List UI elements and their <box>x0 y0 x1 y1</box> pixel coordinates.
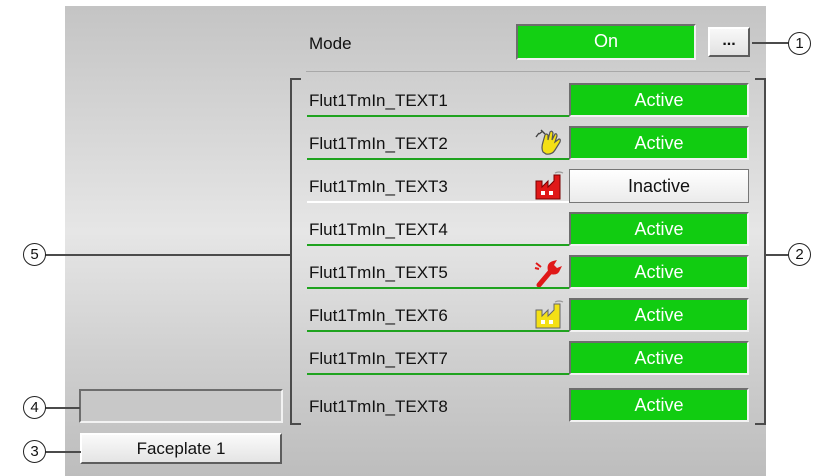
maintenance-wrench-icon <box>533 257 569 288</box>
status-button-2[interactable]: Active <box>569 126 749 160</box>
callout-4: 4 <box>23 396 46 419</box>
callout-4-leader <box>45 407 80 409</box>
status-button-6[interactable]: Active <box>569 298 749 332</box>
row-label-6: Flut1TmIn_TEXT6 <box>309 306 448 325</box>
status-button-5[interactable]: Active <box>569 255 749 289</box>
mode-label: Mode <box>309 34 352 53</box>
plant-factory-icon <box>533 171 569 201</box>
faceplate-1-button[interactable]: Faceplate 1 <box>80 433 282 464</box>
right-bracket <box>755 78 766 425</box>
row-underline-3 <box>307 201 569 203</box>
row-underline-5 <box>307 287 569 289</box>
callout-2: 2 <box>788 243 811 266</box>
left-bracket <box>290 78 301 425</box>
row-underline-4 <box>307 244 569 246</box>
row-label-3: Flut1TmIn_TEXT3 <box>309 177 448 196</box>
manual-hand-icon <box>533 128 569 158</box>
simulation-factory-icon <box>533 300 569 330</box>
callout-2-leader <box>764 254 788 256</box>
status-button-8[interactable]: Active <box>569 388 749 422</box>
row-underline-7 <box>307 373 569 375</box>
row-label-8: Flut1TmIn_TEXT8 <box>309 397 448 416</box>
row-underline-2 <box>307 158 569 160</box>
row-label-7: Flut1TmIn_TEXT7 <box>309 349 448 368</box>
info-text-field <box>79 389 283 423</box>
row-label-4: Flut1TmIn_TEXT4 <box>309 220 448 239</box>
callout-5-leader <box>45 254 290 256</box>
status-button-4[interactable]: Active <box>569 212 749 246</box>
row-underline-1 <box>307 115 569 117</box>
row-label-5: Flut1TmIn_TEXT5 <box>309 263 448 282</box>
row-label-1: Flut1TmIn_TEXT1 <box>309 91 448 110</box>
callout-1: 1 <box>788 32 811 55</box>
mode-divider <box>306 71 750 72</box>
row-label-2: Flut1TmIn_TEXT2 <box>309 134 448 153</box>
callout-1-leader <box>752 42 789 44</box>
mode-change-button[interactable]: ... <box>708 27 750 57</box>
callout-3-leader <box>45 451 81 453</box>
status-button-1[interactable]: Active <box>569 83 749 117</box>
status-button-7[interactable]: Active <box>569 341 749 375</box>
callout-3: 3 <box>23 440 46 463</box>
row-underline-6 <box>307 330 569 332</box>
callout-5: 5 <box>23 243 46 266</box>
status-button-3[interactable]: Inactive <box>569 169 749 203</box>
mode-value-field: On <box>516 24 696 60</box>
